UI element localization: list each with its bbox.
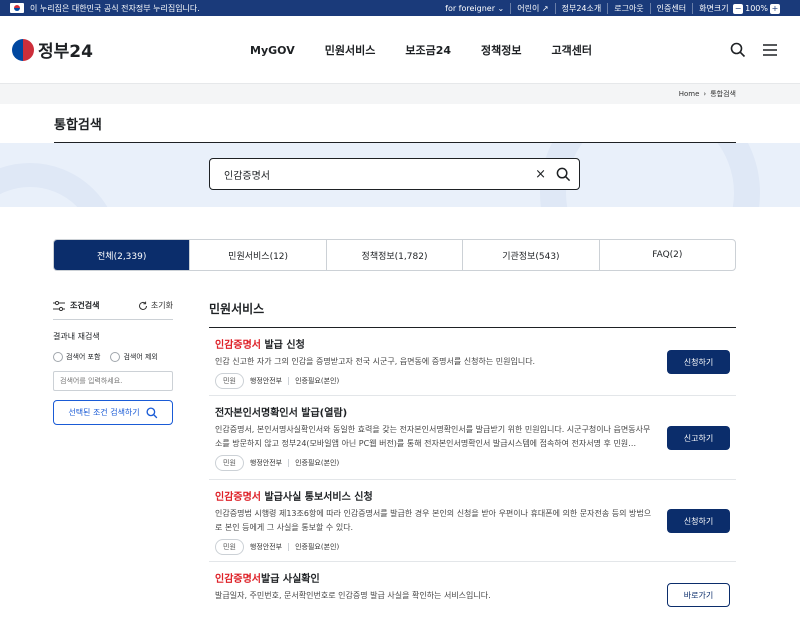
auth-label: 인증필요(본인) bbox=[295, 377, 340, 385]
gov-notice-bar: 이 누리집은 대한민국 공식 전자정부 누리집입니다. for foreigne… bbox=[0, 0, 800, 16]
search-icon[interactable] bbox=[730, 42, 746, 58]
result-desc: 인감증명법 시행령 제13조6항에 따라 인감증명서를 발급한 경우 본인의 신… bbox=[215, 509, 652, 532]
kids-link[interactable]: 어린이 ↗ bbox=[510, 2, 554, 14]
logo-text: 정부24 bbox=[38, 42, 93, 62]
chevron-right-icon: › bbox=[703, 90, 707, 98]
result-tabs: 전체(2,339) 민원서비스(12) 정책정보(1,782) 기관정보(543… bbox=[53, 239, 736, 271]
exclude-keyword-radio[interactable]: 검색어 제외 bbox=[110, 352, 158, 362]
agency-label: 행정안전부 bbox=[249, 459, 283, 467]
result-item: 인감증명서 발급 신청 인감 신고한 자가 그의 인감을 증명받고자 전국 시군… bbox=[209, 328, 736, 396]
site-header: 정부24 MyGOV 민원서비스 보조금24 정책정보 고객센터 bbox=[0, 16, 800, 84]
nav-mygov[interactable]: MyGOV bbox=[250, 44, 295, 57]
logout-link[interactable]: 로그아웃 bbox=[607, 2, 649, 14]
result-title[interactable]: 인감증명서발급 사실확인 bbox=[215, 570, 730, 585]
tab-policy[interactable]: 정책정보(1,782) bbox=[325, 240, 462, 270]
refine-label: 결과내 재검색 bbox=[53, 332, 100, 341]
external-link-icon: ↗ bbox=[541, 3, 549, 13]
apply-button[interactable]: 신청하기 bbox=[667, 350, 730, 374]
result-item: 인감증명서발급 사실확인 발급일자, 주민번호, 문서확인번호로 인감증명 발급… bbox=[209, 562, 736, 622]
filter-title: 조건검색 bbox=[70, 301, 100, 310]
page-title: 통합검색 bbox=[54, 117, 102, 133]
tab-faq[interactable]: FAQ(2) bbox=[598, 240, 735, 270]
result-title[interactable]: 전자본인서명확인서 발급(열람) bbox=[215, 404, 730, 419]
filter-sliders-icon bbox=[53, 300, 65, 311]
tab-agency[interactable]: 기관정보(543) bbox=[462, 240, 598, 270]
refresh-icon bbox=[138, 301, 147, 310]
nav-customer-center[interactable]: 고객센터 bbox=[551, 42, 591, 58]
korean-flag-icon bbox=[10, 3, 24, 13]
foreigner-link[interactable]: for foreigner ⌄ bbox=[439, 4, 510, 13]
search-band: × bbox=[0, 143, 800, 207]
results-section: 민원서비스 인감증명서 발급 신청 인감 신고한 자가 그의 인감을 증명받고자… bbox=[209, 300, 736, 622]
report-button[interactable]: 신고하기 bbox=[667, 426, 730, 450]
apply-button[interactable]: 신청하기 bbox=[667, 509, 730, 533]
go-button[interactable]: 바로가기 bbox=[667, 583, 730, 607]
reset-button[interactable]: 초기화 bbox=[138, 300, 173, 311]
tab-civil-service[interactable]: 민원서비스(12) bbox=[189, 240, 325, 270]
taegeuk-logo-icon bbox=[12, 38, 34, 61]
result-item: 인감증명서 발급사실 통보서비스 신청 인감증명법 시행령 제13조6항에 따라… bbox=[209, 480, 736, 562]
search-icon[interactable] bbox=[556, 167, 571, 182]
zoom-level: 100% bbox=[745, 3, 768, 13]
site-logo[interactable]: 정부24 bbox=[12, 37, 93, 62]
gov-notice-text: 이 누리집은 대한민국 공식 전자정부 누리집입니다. bbox=[30, 3, 200, 13]
apply-filter-button[interactable]: 선택된 조건 검색하기 bbox=[53, 400, 173, 425]
category-chip: 민원 bbox=[215, 455, 244, 471]
refine-search-input[interactable] bbox=[53, 371, 173, 391]
auth-label: 인증필요(본인) bbox=[295, 459, 340, 467]
main-nav: MyGOV 민원서비스 보조금24 정책정보 고객센터 bbox=[250, 16, 592, 84]
result-desc: 발급일자, 주민번호, 문서확인번호로 인감증명 발급 사실을 확인하는 서비스… bbox=[215, 591, 491, 600]
agency-label: 행정안전부 bbox=[249, 543, 283, 551]
category-chip: 민원 bbox=[215, 373, 244, 389]
category-chip: 민원 bbox=[215, 539, 244, 555]
about-link[interactable]: 정부24소개 bbox=[554, 2, 608, 14]
breadcrumb: Home › 통합검색 bbox=[0, 84, 800, 104]
search-box: × bbox=[209, 158, 580, 190]
breadcrumb-home[interactable]: Home bbox=[679, 90, 700, 98]
agency-label: 행정안전부 bbox=[249, 377, 283, 385]
cert-center-link[interactable]: 인증센터 bbox=[649, 2, 692, 14]
chevron-down-icon: ⌄ bbox=[497, 3, 505, 13]
section-title: 민원서비스 bbox=[209, 300, 736, 328]
result-title[interactable]: 인감증명서 발급사실 통보서비스 신청 bbox=[215, 488, 730, 503]
result-item: 전자본인서명확인서 발급(열람) 인감증명서, 본인서명사실확인서와 동일한 효… bbox=[209, 396, 736, 480]
zoom-out-button[interactable]: − bbox=[733, 3, 744, 14]
menu-icon[interactable] bbox=[762, 43, 778, 57]
zoom-in-button[interactable]: + bbox=[770, 3, 780, 14]
decorative-circle bbox=[0, 163, 120, 207]
zoom-control: 화면크기 −100% + bbox=[692, 2, 788, 14]
result-desc: 인감증명서, 본인서명사실확인서와 동일한 효력을 갖는 전자본인서명확인서를 … bbox=[215, 425, 651, 448]
nav-civil-service[interactable]: 민원서비스 bbox=[325, 42, 376, 58]
breadcrumb-current: 통합검색 bbox=[710, 90, 736, 98]
filter-sidebar: 조건검색 초기화 결과내 재검색 검색어 포함 검색어 제외 선택된 조건 검색… bbox=[53, 300, 173, 425]
nav-subsidy24[interactable]: 보조금24 bbox=[405, 42, 451, 58]
auth-label: 인증필요(본인) bbox=[295, 543, 340, 551]
search-input[interactable] bbox=[224, 168, 536, 180]
nav-policy[interactable]: 정책정보 bbox=[481, 42, 521, 58]
result-title[interactable]: 인감증명서 발급 신청 bbox=[215, 336, 730, 351]
result-desc: 인감 신고한 자가 그의 인감을 증명받고자 전국 시군구, 읍면동에 증명서를… bbox=[215, 357, 536, 366]
clear-icon[interactable]: × bbox=[535, 167, 546, 182]
tab-all[interactable]: 전체(2,339) bbox=[54, 240, 190, 270]
include-keyword-radio[interactable]: 검색어 포함 bbox=[53, 352, 100, 362]
search-icon bbox=[146, 406, 158, 418]
